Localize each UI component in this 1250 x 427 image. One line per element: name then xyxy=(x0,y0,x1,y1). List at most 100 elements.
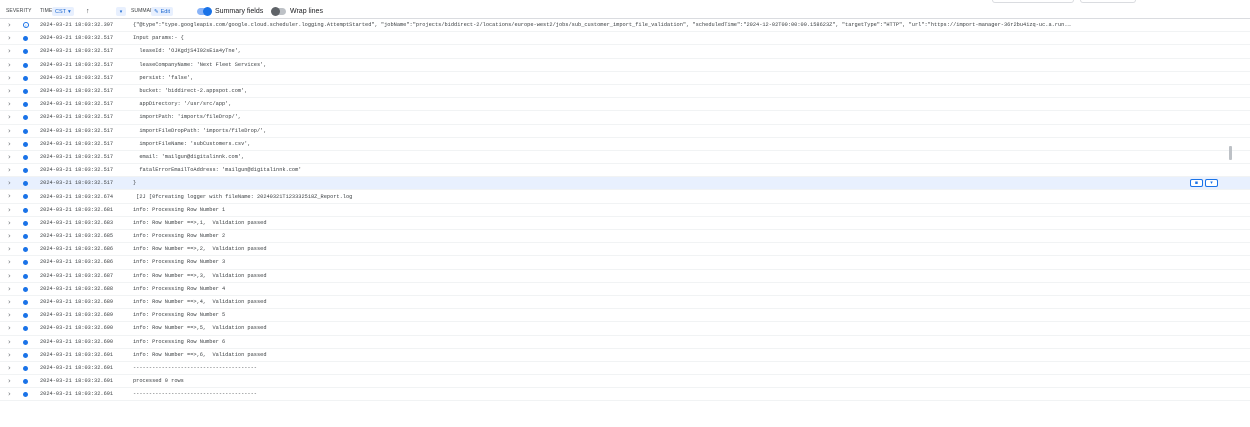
severity-column-header[interactable]: SEVERITY xyxy=(6,8,32,14)
expand-chevron-icon[interactable]: › xyxy=(8,324,11,332)
log-entry-row[interactable]: › 2024-03-21 18:03:32.517 persist: 'false… xyxy=(0,72,1250,85)
severity-default-icon xyxy=(23,181,28,187)
severity-default-icon xyxy=(23,352,28,358)
more-actions-icon[interactable]: ▾ xyxy=(1205,179,1218,188)
expand-chevron-icon[interactable]: › xyxy=(8,87,11,95)
expand-chevron-icon[interactable]: › xyxy=(8,377,11,385)
log-entry-row[interactable]: › 2024-03-21 18:03:32.517 leaseCompanyNam… xyxy=(0,59,1250,72)
pin-icon[interactable]: ▪ xyxy=(1190,179,1203,188)
expand-chevron-icon[interactable]: › xyxy=(8,245,11,253)
log-entry-row[interactable]: › 2024-03-21 18:03:32.687 info: Row Number… xyxy=(0,270,1250,283)
log-entry-row[interactable]: › 2024-03-21 18:03:32.691 processed 0 rows xyxy=(0,375,1250,389)
log-entry-row[interactable]: › 2024-03-21 18:03:32.674 [2J [0fcreating… xyxy=(0,190,1250,204)
expand-chevron-icon[interactable]: › xyxy=(8,285,11,293)
log-entry-row[interactable]: › 2024-03-21 18:03:32.517 importFileName:… xyxy=(0,138,1250,151)
log-entry-row[interactable]: › 2024-03-21 18:03:32.517 Input params:- { xyxy=(0,32,1250,46)
log-summary: info: Processing Row Number 6 xyxy=(133,338,226,345)
expand-chevron-icon[interactable]: › xyxy=(8,166,11,174)
scrollbar-thumb[interactable] xyxy=(1229,146,1232,160)
expand-chevron-icon[interactable]: › xyxy=(8,34,11,42)
severity-default-icon xyxy=(23,392,28,398)
summary-fields-label: Summary fields xyxy=(215,7,264,15)
severity-default-icon xyxy=(23,220,28,226)
log-entry-row[interactable]: › 2024-03-21 18:03:32.517 appDirectory: '… xyxy=(0,98,1250,112)
log-entry-row[interactable]: › 2024-03-21 18:03:32.517 importPath: 'im… xyxy=(0,111,1250,125)
log-timestamp: 2024-03-21 18:03:32.690 xyxy=(40,325,114,332)
log-timestamp: 2024-03-21 18:03:32.691 xyxy=(40,364,114,371)
toolbar-button[interactable] xyxy=(1080,0,1136,3)
log-timestamp: 2024-03-21 18:03:32.517 xyxy=(40,88,114,95)
log-entry-row[interactable]: › 2024-03-21 18:03:32.691 ----------------… xyxy=(0,362,1250,376)
expand-chevron-icon[interactable]: › xyxy=(8,100,11,108)
timezone-dropdown[interactable]: CST ▾ xyxy=(52,7,74,16)
log-entry-row[interactable]: › 2024-03-21 18:03:32.689 info: Row Number… xyxy=(0,296,1250,310)
log-timestamp: 2024-03-21 18:03:32.691 xyxy=(40,378,114,385)
arrow-up-icon[interactable]: ↑ xyxy=(86,8,90,15)
expand-chevron-icon[interactable]: › xyxy=(8,351,11,359)
severity-default-icon xyxy=(23,299,28,305)
expand-chevron-icon[interactable]: › xyxy=(8,153,11,161)
summary-dropdown[interactable]: ▾ xyxy=(116,7,126,16)
log-summary: --------------------------------------- xyxy=(133,364,257,371)
edit-summary-button[interactable]: ✎ Edit xyxy=(151,7,174,16)
log-entry-row[interactable]: › 2024-03-21 18:03:32.683 info: Row Number… xyxy=(0,217,1250,230)
expand-chevron-icon[interactable]: › xyxy=(8,338,11,346)
expand-chevron-icon[interactable]: › xyxy=(8,219,11,227)
wrap-lines-toggle[interactable] xyxy=(271,7,286,16)
expand-chevron-icon[interactable]: › xyxy=(8,232,11,240)
expand-chevron-icon[interactable]: › xyxy=(8,140,11,148)
log-entry-row[interactable]: › 2024-03-21 18:03:32.690 info: Row Number… xyxy=(0,322,1250,336)
expand-chevron-icon[interactable]: › xyxy=(8,258,11,266)
expand-chevron-icon[interactable]: › xyxy=(8,311,11,319)
log-entry-row[interactable]: › 2024-03-21 18:03:32.691 ----------------… xyxy=(0,388,1250,402)
expand-chevron-icon[interactable]: › xyxy=(8,390,11,398)
log-entry-row[interactable]: › 2024-03-21 18:03:32.517 importFileDropP… xyxy=(0,125,1250,138)
pencil-icon: ✎ xyxy=(154,8,159,15)
log-entry-row[interactable]: › 2024-03-21 18:03:32.690 info: Processing… xyxy=(0,336,1250,349)
expand-chevron-icon[interactable]: › xyxy=(8,47,11,55)
expand-chevron-icon[interactable]: › xyxy=(8,113,11,121)
log-timestamp: 2024-03-21 18:03:32.690 xyxy=(40,338,114,345)
timezone-value: CST xyxy=(55,8,66,15)
log-entry-row[interactable]: › 2024-03-21 18:03:32.517 leaseId: 'OJKgd… xyxy=(0,45,1250,59)
expand-chevron-icon[interactable]: › xyxy=(8,206,11,214)
log-entry-row[interactable]: › 2024-03-21 18:03:32.517 fatalErrorEmail… xyxy=(0,164,1250,178)
severity-default-icon xyxy=(23,234,28,239)
expand-chevron-icon[interactable]: › xyxy=(8,127,11,135)
log-summary: email: 'mailgun@digitalinnk.com', xyxy=(133,153,245,160)
expand-chevron-icon[interactable]: › xyxy=(8,21,11,29)
log-timestamp: 2024-03-21 18:03:32.688 xyxy=(40,285,114,292)
log-entry-row[interactable]: › i 2024-03-21 18:03:32.397 {"@type":"type.… xyxy=(0,19,1250,33)
log-summary: info: Processing Row Number 5 xyxy=(133,312,226,319)
severity-default-icon xyxy=(23,75,28,81)
log-timestamp: 2024-03-21 18:03:32.517 xyxy=(40,127,114,134)
log-timestamp: 2024-03-21 18:03:32.517 xyxy=(40,48,114,55)
toolbar-field[interactable] xyxy=(992,0,1074,3)
log-entry-row[interactable]: › 2024-03-21 18:03:32.691 info: Row Number… xyxy=(0,349,1250,362)
summary-fields-toggle[interactable] xyxy=(197,7,212,16)
expand-chevron-icon[interactable]: › xyxy=(8,272,11,280)
expand-chevron-icon[interactable]: › xyxy=(8,61,11,69)
severity-info-icon: i xyxy=(23,22,29,28)
log-entry-row[interactable]: › 2024-03-21 18:03:32.686 info: Row Number… xyxy=(0,243,1250,257)
log-entry-row[interactable]: › 2024-03-21 18:03:32.685 info: Processing… xyxy=(0,230,1250,244)
expand-chevron-icon[interactable]: › xyxy=(8,179,11,187)
log-entry-row[interactable]: › 2024-03-21 18:03:32.681 info: Processing… xyxy=(0,204,1250,217)
expand-chevron-icon[interactable]: › xyxy=(8,298,11,306)
log-entry-row[interactable]: › 2024-03-21 18:03:32.686 info: Processing… xyxy=(0,256,1250,270)
log-timestamp: 2024-03-21 18:03:32.517 xyxy=(40,101,114,108)
log-entry-row[interactable]: › 2024-03-21 18:03:32.517 email: 'mailgun… xyxy=(0,151,1250,165)
expand-chevron-icon[interactable]: › xyxy=(8,364,11,372)
log-timestamp: 2024-03-21 18:03:32.517 xyxy=(40,180,114,187)
log-summary: info: Processing Row Number 1 xyxy=(133,206,226,213)
log-entry-row[interactable]: › 2024-03-21 18:03:32.689 info: Processing… xyxy=(0,309,1250,323)
log-entry-row[interactable]: › 2024-03-21 18:03:32.517} ▪ ▾ xyxy=(0,177,1250,191)
severity-default-icon xyxy=(23,260,28,266)
expand-chevron-icon[interactable]: › xyxy=(8,192,11,200)
log-entry-row[interactable]: › 2024-03-21 18:03:32.517 bucket: 'biddir… xyxy=(0,85,1250,99)
expand-chevron-icon[interactable]: › xyxy=(8,74,11,82)
time-column-header[interactable]: TIME xyxy=(40,8,52,14)
log-timestamp: 2024-03-21 18:03:32.683 xyxy=(40,219,114,226)
log-summary: info: Row Number ==>,6, Validation passe… xyxy=(133,351,267,358)
log-entry-row[interactable]: › 2024-03-21 18:03:32.688 info: Processing… xyxy=(0,283,1250,296)
